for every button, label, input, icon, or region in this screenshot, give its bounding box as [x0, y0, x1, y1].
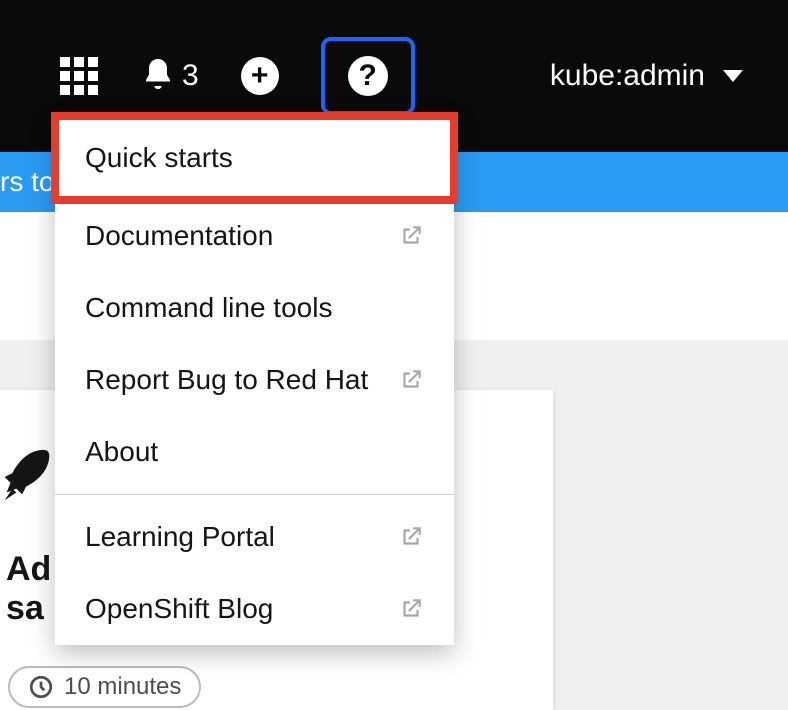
- menu-item-report-bug[interactable]: Report Bug to Red Hat: [55, 344, 454, 416]
- menu-item-label: OpenShift Blog: [85, 593, 273, 625]
- user-label: kube:admin: [550, 59, 705, 93]
- duration-text: 10 minutes: [64, 673, 181, 701]
- external-link-icon: [398, 367, 424, 393]
- menu-item-label: About: [85, 436, 158, 468]
- apps-grid-icon: [60, 57, 98, 95]
- clock-icon: [28, 674, 54, 700]
- menu-item-openshift-blog[interactable]: OpenShift Blog: [55, 573, 454, 645]
- question-circle-icon: ?: [348, 56, 388, 96]
- plus-circle-icon: +: [241, 57, 279, 95]
- banner-text-fragment: rs to: [0, 166, 54, 198]
- menu-item-quick-starts[interactable]: Quick starts: [55, 116, 454, 200]
- menu-item-label: Learning Portal: [85, 521, 275, 553]
- menu-item-label: Report Bug to Red Hat: [85, 364, 368, 396]
- help-dropdown: Quick starts Documentation Command line …: [55, 116, 454, 645]
- help-menu-button[interactable]: ?: [321, 37, 415, 115]
- menu-divider: [55, 494, 454, 495]
- menu-item-label: Documentation: [85, 220, 273, 252]
- menu-item-learning-portal[interactable]: Learning Portal: [55, 501, 454, 573]
- duration-badge: 10 minutes: [8, 666, 201, 708]
- menu-item-cli-tools[interactable]: Command line tools: [55, 272, 454, 344]
- menu-item-label: Command line tools: [85, 292, 332, 324]
- menu-item-label: Quick starts: [85, 142, 233, 174]
- external-link-icon: [398, 524, 424, 550]
- external-link-icon: [398, 223, 424, 249]
- notifications-button[interactable]: 3: [140, 56, 199, 97]
- user-menu-button[interactable]: kube:admin: [550, 59, 788, 93]
- menu-item-about[interactable]: About: [55, 416, 454, 488]
- external-link-icon: [398, 596, 424, 622]
- rocket-icon: [0, 440, 57, 510]
- bell-icon: [140, 56, 176, 97]
- import-button[interactable]: +: [241, 57, 279, 95]
- menu-item-documentation[interactable]: Documentation: [55, 200, 454, 272]
- app-launcher-button[interactable]: [60, 57, 98, 95]
- notification-count: 3: [182, 59, 199, 93]
- caret-down-icon: [723, 70, 743, 82]
